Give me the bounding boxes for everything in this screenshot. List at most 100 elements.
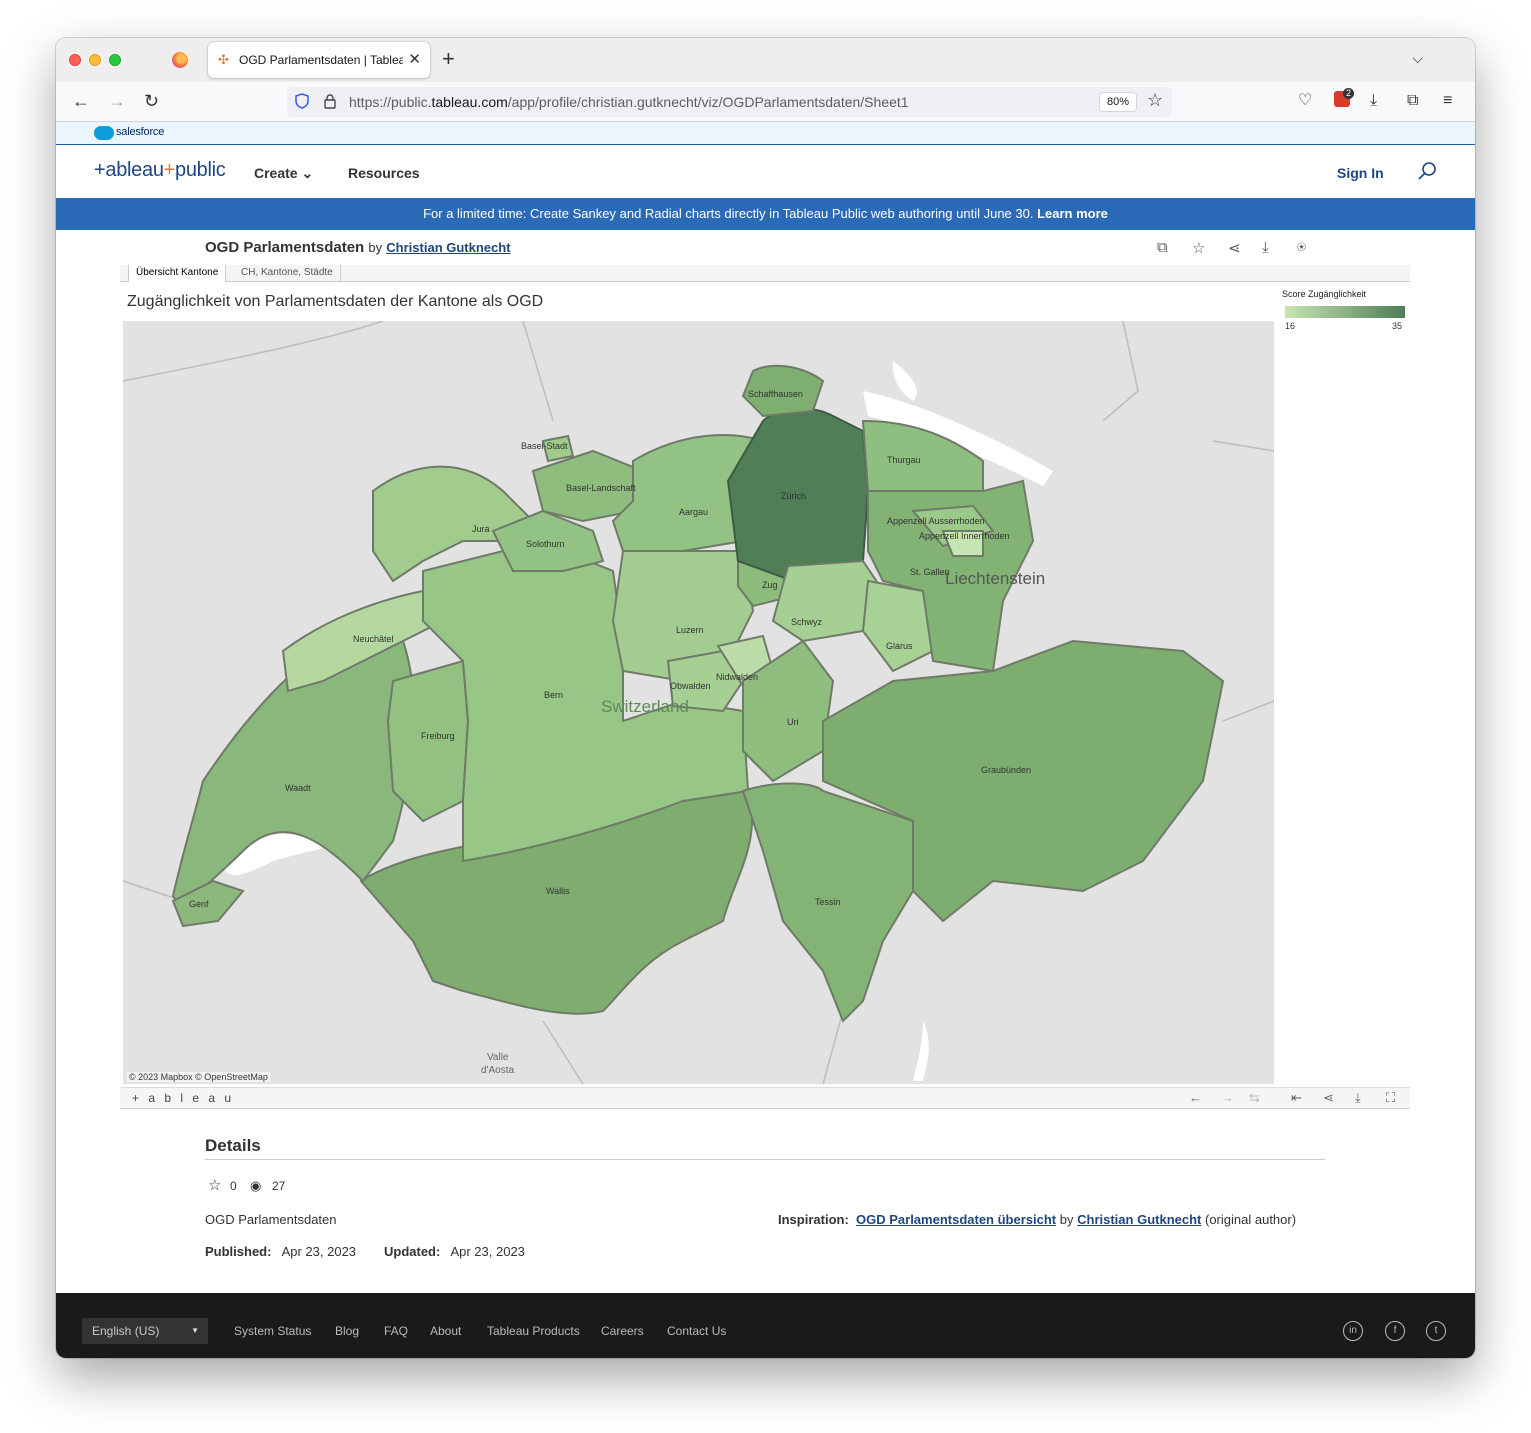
- twitter-icon[interactable]: t: [1426, 1321, 1446, 1341]
- label-bern: Bern: [544, 690, 564, 700]
- browser-tab[interactable]: ✣ OGD Parlamentsdaten | Tableau ✕: [208, 42, 430, 78]
- minimize-window-button[interactable]: [89, 54, 101, 66]
- search-icon[interactable]: [1417, 161, 1437, 181]
- caret-down-icon: ▼: [191, 1326, 199, 1335]
- forward-button[interactable]: →: [108, 90, 126, 112]
- undo-icon[interactable]: ←: [1189, 1090, 1202, 1105]
- label-basel-landschaft: Basel-Landschaft: [566, 483, 636, 493]
- maximize-window-button[interactable]: [109, 54, 121, 66]
- reload-button[interactable]: ↻: [144, 90, 159, 112]
- inspiration: Inspiration: OGD Parlamentsdaten übersic…: [778, 1212, 1297, 1227]
- footer-link-about[interactable]: About: [430, 1324, 461, 1338]
- footer-link-faq[interactable]: FAQ: [384, 1324, 408, 1338]
- firefox-icon[interactable]: [172, 52, 188, 68]
- footer-link-contact-us[interactable]: Contact Us: [667, 1324, 726, 1338]
- site-footer: English (US) ▼ System Status Blog FAQ Ab…: [56, 1293, 1475, 1358]
- tab-list-chevron-icon[interactable]: ⌵: [1412, 50, 1423, 67]
- downloads-icon[interactable]: ⤓: [1370, 91, 1377, 111]
- label-nidwalden: Nidwalden: [716, 672, 759, 682]
- legend-max: 35: [1392, 321, 1403, 331]
- label-obwalden: Obwalden: [670, 681, 711, 691]
- label-aargau: Aargau: [679, 507, 709, 517]
- lock-icon[interactable]: [323, 93, 337, 109]
- label-switzerland: Switzerland: [601, 697, 689, 716]
- tableau-public-logo[interactable]: +ableau+public: [94, 159, 226, 182]
- copy-icon[interactable]: ⧉: [1157, 239, 1168, 256]
- lake-maggiore: [913, 1021, 929, 1081]
- salesforce-label[interactable]: salesforce: [116, 126, 164, 138]
- download-icon[interactable]: ⤓: [1262, 239, 1269, 256]
- revert-icon[interactable]: ⇆: [1249, 1090, 1260, 1106]
- footer-link-tableau-products[interactable]: Tableau Products: [487, 1324, 580, 1338]
- footer-link-system-status[interactable]: System Status: [234, 1324, 311, 1338]
- lake-untersee: [892, 361, 917, 401]
- zoom-level-badge[interactable]: 80%: [1099, 92, 1138, 112]
- map-attribution[interactable]: © 2023 Mapbox © OpenStreetMap: [127, 1072, 270, 1082]
- site-header: +ableau+public Create ⌄ Resources Sign I…: [56, 145, 1475, 198]
- label-valle: Valle: [487, 1052, 509, 1063]
- nav-create[interactable]: Create ⌄: [254, 165, 313, 182]
- inspiration-link[interactable]: OGD Parlamentsdaten übersicht: [856, 1212, 1056, 1227]
- details-divider: [205, 1159, 1325, 1160]
- shield-icon[interactable]: [295, 93, 309, 109]
- pocket-icon[interactable]: ♡: [1298, 91, 1312, 111]
- reset-icon[interactable]: ⇤: [1291, 1090, 1302, 1106]
- new-tab-button[interactable]: +: [442, 47, 455, 71]
- label-jura: Jura: [472, 524, 490, 534]
- learn-more-link[interactable]: Learn more: [1037, 206, 1108, 221]
- url-text[interactable]: https://public.tableau.com/app/profile/c…: [349, 94, 909, 110]
- viz-title: OGD Parlamentsdaten by Christian Gutknec…: [205, 239, 511, 256]
- views-eye-icon: ◉: [250, 1178, 262, 1193]
- view-count: 27: [272, 1179, 286, 1193]
- extensions-puzzle-icon[interactable]: ⧉: [1407, 91, 1418, 111]
- author-link[interactable]: Christian Gutknecht: [386, 240, 510, 255]
- menu-icon[interactable]: ≡: [1443, 91, 1452, 111]
- label-waadt: Waadt: [285, 783, 311, 793]
- sign-in-link[interactable]: Sign In: [1337, 165, 1384, 181]
- tab-uebersicht-kantone[interactable]: Übersicht Kantone: [128, 265, 227, 282]
- facebook-icon[interactable]: f: [1385, 1321, 1405, 1341]
- close-window-button[interactable]: [69, 54, 81, 66]
- label-uri: Uri: [787, 717, 799, 727]
- share-icon[interactable]: ⋖: [1228, 239, 1241, 257]
- favorite-star-icon[interactable]: ☆: [1192, 239, 1205, 257]
- label-schaffhausen: Schaffhausen: [748, 389, 803, 399]
- share-toolbar-icon[interactable]: ⋖: [1323, 1090, 1334, 1106]
- tab-title: OGD Parlamentsdaten | Tableau: [239, 53, 403, 67]
- label-daosta: d'Aosta: [481, 1065, 515, 1076]
- legend-color-ramp: [1285, 306, 1405, 318]
- back-button[interactable]: ←: [72, 90, 90, 112]
- close-tab-icon[interactable]: ✕: [408, 50, 421, 68]
- redo-icon[interactable]: →: [1221, 1090, 1234, 1105]
- fullscreen-icon[interactable]: ⛶: [1386, 1090, 1395, 1106]
- choropleth-map[interactable]: Schaffhausen Basel-Stadt Basel-Landschaf…: [123, 321, 1274, 1084]
- label-neuchatel: Neuchâtel: [353, 634, 394, 644]
- nav-resources[interactable]: Resources: [348, 165, 420, 181]
- label-zug: Zug: [762, 580, 778, 590]
- language-select[interactable]: English (US) ▼: [82, 1318, 208, 1344]
- published-date: Published: Apr 23, 2023: [205, 1244, 357, 1259]
- linkedin-icon[interactable]: in: [1343, 1321, 1363, 1341]
- label-genf: Genf: [189, 899, 209, 909]
- label-graubuenden: Graubünden: [981, 765, 1032, 775]
- salesforce-logo-icon[interactable]: [94, 126, 114, 140]
- canton-freiburg[interactable]: [386, 659, 470, 823]
- bookmark-star-icon[interactable]: ☆: [1147, 90, 1163, 111]
- label-basel-stadt: Basel-Stadt: [521, 441, 568, 451]
- inspiration-author-link[interactable]: Christian Gutknecht: [1077, 1212, 1201, 1227]
- tableau-favicon-icon: ✣: [218, 52, 229, 67]
- extension-count-badge: 2: [1343, 88, 1355, 99]
- tab-ch-kantone-staedte[interactable]: CH, Kantone, Städte: [234, 265, 341, 282]
- footer-link-blog[interactable]: Blog: [335, 1324, 359, 1338]
- favorite-count-star-icon[interactable]: ☆: [208, 1176, 221, 1194]
- label-tessin: Tessin: [815, 897, 841, 907]
- tableau-logo[interactable]: + a b l e a u: [132, 1091, 234, 1105]
- address-bar[interactable]: https://public.tableau.com/app/profile/c…: [287, 87, 1172, 117]
- download-toolbar-icon[interactable]: ⤓: [1355, 1090, 1361, 1106]
- footer-link-careers[interactable]: Careers: [601, 1324, 644, 1338]
- browser-window: ✣ OGD Parlamentsdaten | Tableau ✕ + ⌵ ← …: [56, 38, 1475, 1358]
- chevron-down-icon: ⌄: [301, 165, 314, 181]
- label-liechtenstein: Liechtenstein: [945, 569, 1046, 588]
- sheet-tabs: Übersicht Kantone CH, Kantone, Städte: [120, 265, 1410, 282]
- award-icon[interactable]: ⍟: [1297, 239, 1306, 256]
